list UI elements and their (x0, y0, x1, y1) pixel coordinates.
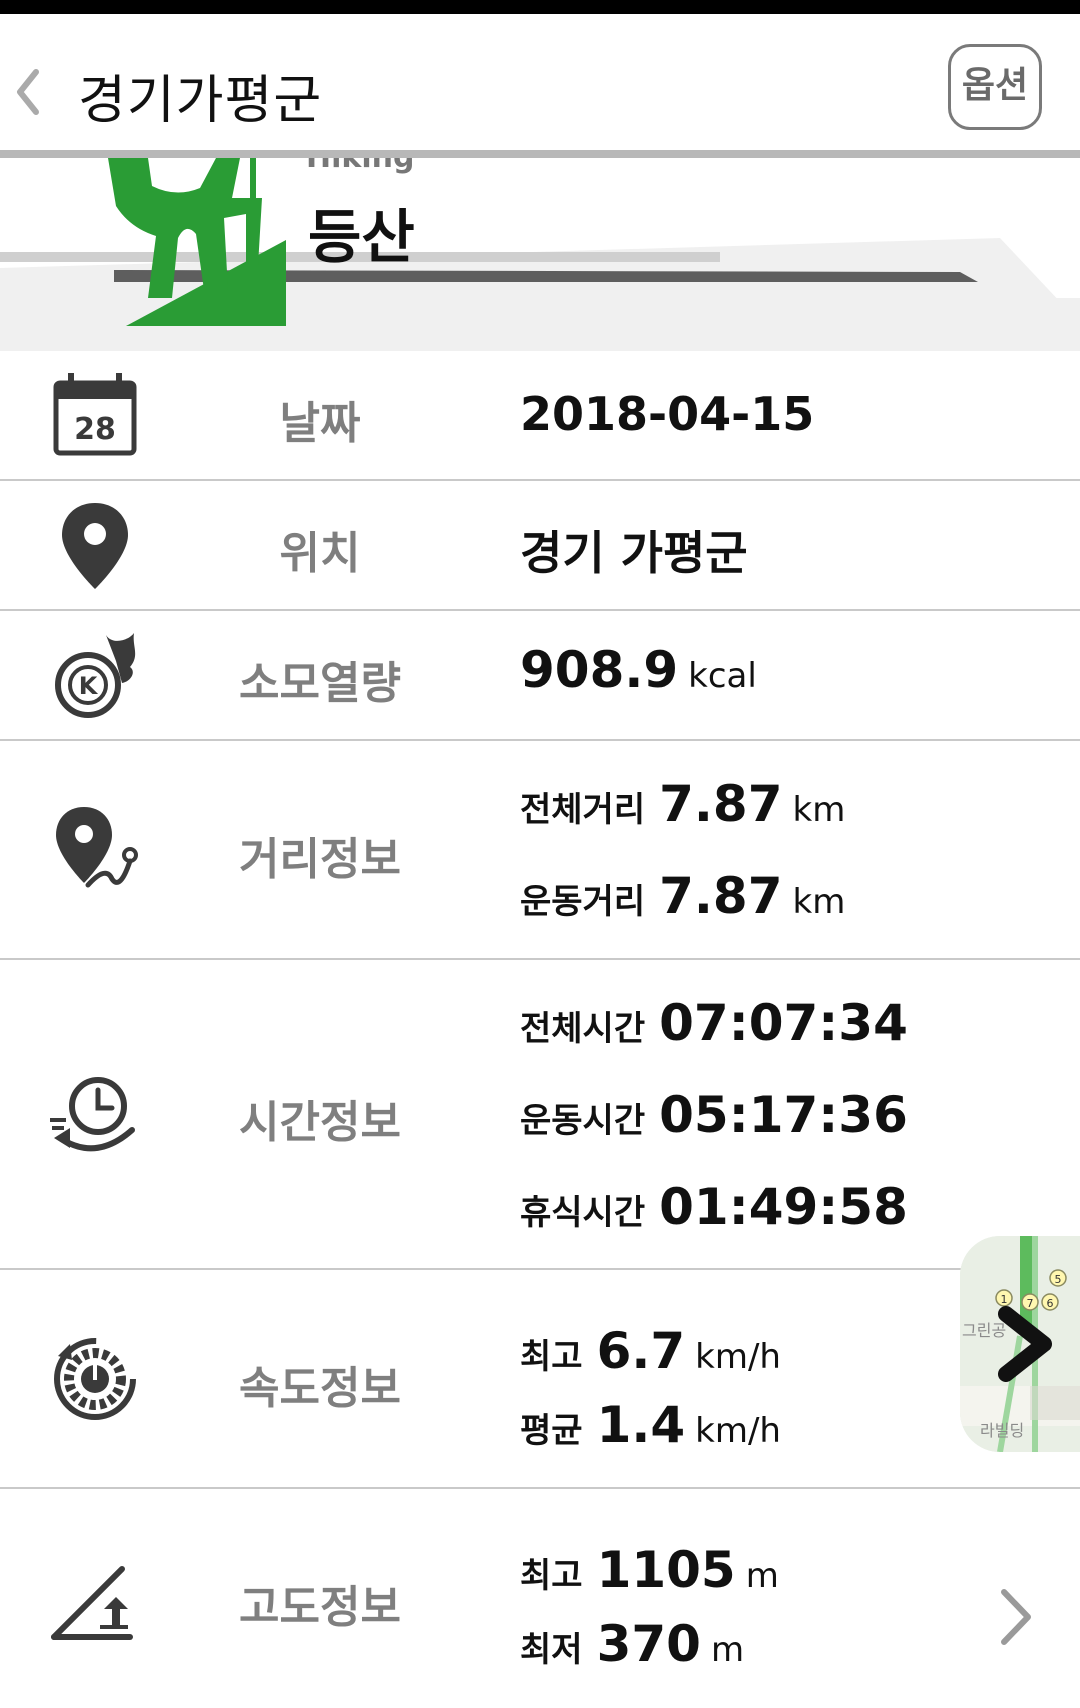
date-row: 28 날짜 2018-04-15 (0, 351, 1080, 481)
svg-text:라빌딩: 라빌딩 (980, 1421, 1024, 1440)
moving-distance: 운동거리 7.87 km (520, 867, 846, 925)
time-row: 시간정보 전체시간 07:07:34 운동시간 05:17:36 휴식시간 01:49… (0, 960, 1080, 1270)
activity-banner: Hiking 등산 (0, 158, 1080, 351)
svg-text:7: 7 (1027, 1297, 1034, 1310)
calories-value-group: 908.9 kcal (520, 641, 757, 699)
calendar-icon: 28 (53, 373, 137, 456)
max-speed: 최고 6.7 km/h (520, 1322, 781, 1380)
speed-row: 속도정보 최고 6.7 km/h 평균 1.4 km/h (0, 1270, 1080, 1489)
altitude-chevron-right-icon[interactable] (996, 1584, 1036, 1650)
speedometer-icon (54, 1338, 136, 1420)
altitude-label: 고도정보 (239, 1582, 401, 1633)
date-value: 2018-04-15 (520, 387, 815, 441)
min-altitude: 최저 370 m (520, 1615, 745, 1673)
map-preview-button[interactable]: 1 7 6 5 그린공 라빌딩 (960, 1236, 1080, 1452)
page-title: 경기가평군 (78, 71, 323, 131)
options-button[interactable]: 옵션 (948, 44, 1042, 130)
time-label: 시간정보 (239, 1097, 401, 1148)
activity-name: 등산 (308, 203, 415, 271)
svg-text:그린공: 그린공 (962, 1321, 1006, 1340)
clock-icon (50, 1077, 135, 1152)
location-label: 위치 (279, 528, 361, 579)
location-row: 위치 경기 가평군 (0, 481, 1080, 611)
back-chevron-icon[interactable] (10, 62, 44, 122)
location-pin-icon (62, 503, 128, 589)
header-divider (0, 150, 1080, 158)
date-label: 날짜 (279, 398, 361, 449)
route-pin-icon (56, 807, 138, 888)
svg-text:5: 5 (1055, 1273, 1062, 1286)
svg-text:6: 6 (1047, 1297, 1054, 1310)
calories-label: 소모열량 (239, 658, 401, 709)
max-altitude: 최고 1105 m (520, 1541, 779, 1599)
svg-text:28: 28 (74, 412, 116, 447)
activity-english-label: Hiking (306, 158, 414, 175)
svg-text:1: 1 (1001, 1293, 1008, 1306)
moving-time: 운동시간 05:17:36 (520, 1086, 908, 1144)
status-bar (0, 0, 1080, 14)
distance-row: 거리정보 전체거리 7.87 km 운동거리 7.87 km (0, 741, 1080, 960)
map-thumbnail: 1 7 6 5 그린공 라빌딩 (960, 1236, 1080, 1452)
location-value: 경기 가평군 (520, 526, 748, 580)
banner-illustration (0, 158, 1080, 351)
altitude-row[interactable]: 고도정보 최고 1105 m 최저 370 m (0, 1489, 1080, 1708)
svg-text:K: K (79, 672, 99, 700)
rest-time: 휴식시간 01:49:58 (520, 1178, 908, 1236)
total-time: 전체시간 07:07:34 (520, 994, 908, 1052)
altitude-slope-icon (51, 1566, 133, 1640)
calorie-flame-icon: K (55, 633, 136, 718)
calories-row: K 소모열량 908.9 kcal (0, 611, 1080, 741)
calories-value: 908.9 (520, 641, 679, 699)
calories-unit: kcal (688, 656, 757, 696)
distance-label: 거리정보 (239, 834, 401, 885)
total-distance: 전체거리 7.87 km (520, 775, 846, 833)
app-header: 경기가평군 옵션 (0, 14, 1080, 150)
speed-label: 속도정보 (239, 1363, 401, 1414)
avg-speed: 평균 1.4 km/h (520, 1396, 781, 1454)
